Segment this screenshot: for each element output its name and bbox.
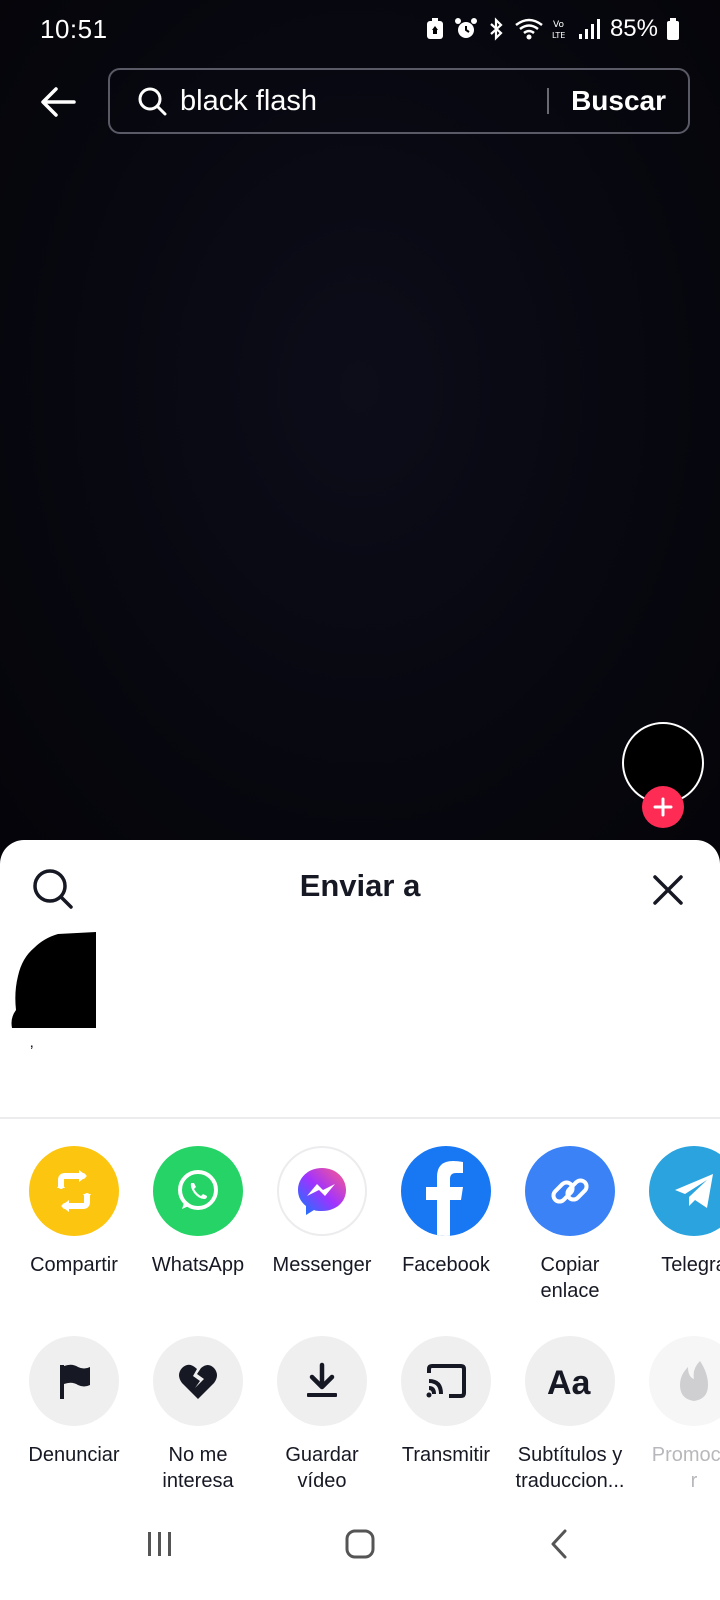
share-option-messenger[interactable]: Messenger (260, 1146, 384, 1278)
subtitles-icon: Aa (525, 1336, 615, 1426)
back-button[interactable] (34, 78, 82, 126)
action-report[interactable]: Denunciar (12, 1336, 136, 1468)
action-label: Transmitir (401, 1444, 491, 1466)
battery-saver-icon (424, 17, 446, 41)
close-icon (653, 875, 683, 905)
wifi-icon (514, 17, 544, 41)
telegram-icon (649, 1146, 720, 1236)
battery-percent: 85% (609, 15, 658, 42)
share-sheet: Enviar a ʼ Compartir WhatsApp Messenger … (0, 840, 720, 1600)
svg-text:Aa: Aa (547, 1364, 592, 1401)
status-time: 10:51 (40, 13, 108, 44)
alarm-icon (454, 17, 478, 41)
back-nav-button[interactable] (530, 1514, 590, 1574)
plus-icon (653, 797, 673, 817)
recents-icon (148, 1532, 171, 1556)
flame-icon (649, 1336, 720, 1426)
broken-heart-icon (153, 1336, 243, 1426)
repost-icon (29, 1146, 119, 1236)
action-not-interested[interactable]: No me interesa (136, 1336, 260, 1494)
action-label: Guardar vídeo (285, 1444, 359, 1492)
svg-text:LTE: LTE (552, 31, 565, 40)
whatsapp-icon (153, 1146, 243, 1236)
messenger-icon (277, 1146, 367, 1236)
sheet-divider (0, 1117, 720, 1119)
action-promote[interactable]: Promocio r (632, 1336, 720, 1494)
share-option-label: Facebook (402, 1254, 490, 1276)
action-label: Subtítulos y traduccion... (515, 1444, 625, 1492)
follow-button[interactable] (642, 786, 684, 828)
share-option-label: Telegra (661, 1254, 720, 1276)
flag-icon (29, 1336, 119, 1426)
share-option-label: Messenger (272, 1254, 372, 1276)
contact-item[interactable]: ʼ (8, 932, 98, 1082)
action-subtitles[interactable]: Aa Subtítulos y traduccion... (508, 1336, 632, 1494)
share-option-compartir[interactable]: Compartir (12, 1146, 136, 1278)
recent-apps-button[interactable] (130, 1514, 190, 1574)
actions-row: Denunciar No me interesa Guardar vídeo T… (0, 1336, 720, 1506)
cast-icon (401, 1336, 491, 1426)
sheet-title: Enviar a (299, 868, 421, 903)
chevron-left-icon (551, 1529, 567, 1559)
signal-icon (578, 17, 600, 41)
bluetooth-icon (486, 17, 506, 41)
share-option-whatsapp[interactable]: WhatsApp (136, 1146, 260, 1278)
action-label: Promocio r (651, 1444, 720, 1492)
arrow-left-icon (41, 87, 76, 117)
share-option-label: WhatsApp (151, 1254, 245, 1276)
share-targets-row: Compartir WhatsApp Messenger Facebook Co… (0, 1146, 720, 1316)
share-option-telegram[interactable]: Telegra (632, 1146, 720, 1278)
action-label: No me interesa (162, 1444, 234, 1492)
share-option-facebook[interactable]: Facebook (384, 1146, 508, 1278)
home-button[interactable] (330, 1514, 390, 1574)
share-option-label: Copiar enlace (540, 1254, 600, 1302)
search-submit-button[interactable]: Buscar (549, 85, 688, 117)
share-option-label: Compartir (30, 1254, 118, 1276)
system-nav-bar (0, 1488, 720, 1600)
download-icon (277, 1336, 367, 1426)
link-icon (525, 1146, 615, 1236)
action-save-video[interactable]: Guardar vídeo (260, 1336, 384, 1494)
contact-avatar (11, 932, 96, 1028)
facebook-icon (401, 1146, 491, 1236)
action-label: Denunciar (28, 1444, 120, 1466)
status-icons: Vo LTE 85% (424, 15, 680, 43)
share-option-copy-link[interactable]: Copiar enlace (508, 1146, 632, 1304)
contact-name: ʼ (30, 1044, 34, 1061)
search-icon (130, 79, 174, 123)
svg-text:Vo: Vo (553, 20, 564, 30)
close-button[interactable] (648, 870, 688, 910)
battery-icon (666, 17, 680, 41)
action-cast[interactable]: Transmitir (384, 1336, 508, 1468)
status-bar: 10:51 Vo LTE 85% (0, 0, 720, 58)
home-icon (345, 1529, 375, 1559)
search-input[interactable]: black flash (180, 85, 547, 118)
volte-icon: Vo LTE (552, 17, 570, 41)
search-bar[interactable]: black flash Buscar (108, 68, 690, 134)
